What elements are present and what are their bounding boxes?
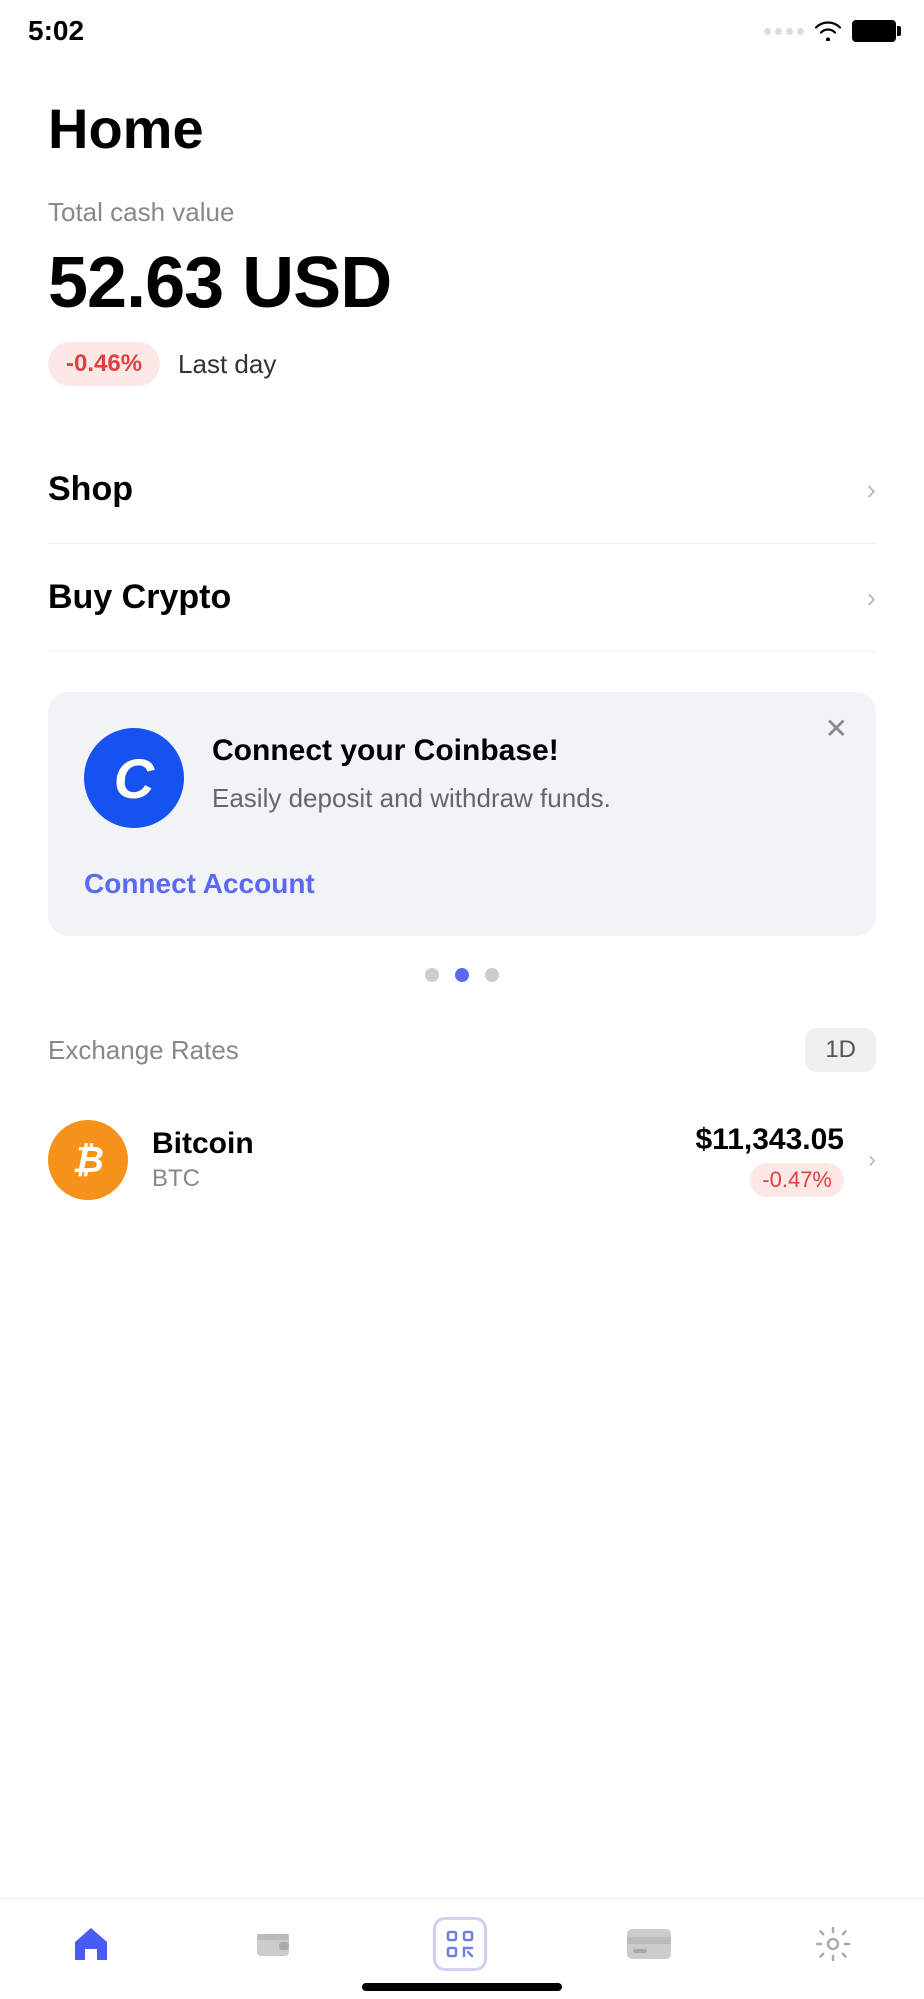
signal-icon <box>764 28 804 35</box>
wifi-icon <box>814 21 842 41</box>
status-time: 5:02 <box>28 15 84 47</box>
buy-crypto-chevron: › <box>867 582 876 614</box>
bitcoin-price-block: $11,343.05 -0.47% <box>696 1123 845 1197</box>
battery-icon <box>852 20 896 42</box>
pagination-dots <box>48 968 876 982</box>
nav-item-card[interactable] <box>625 1927 673 1961</box>
dot-3[interactable] <box>485 968 499 982</box>
bitcoin-change: -0.47% <box>750 1163 844 1197</box>
nav-item-home[interactable] <box>69 1922 113 1966</box>
bitcoin-row[interactable]: ₿ Bitcoin BTC $11,343.05 -0.47% › <box>48 1100 876 1220</box>
coinbase-logo-letter: C <box>114 746 154 811</box>
exchange-rates-header: Exchange Rates 1D <box>48 1028 876 1072</box>
change-row: -0.46% Last day <box>48 342 876 386</box>
bitcoin-price: $11,343.05 <box>696 1123 845 1157</box>
main-content: Home Total cash value 52.63 USD -0.46% L… <box>0 56 924 1220</box>
nav-item-settings[interactable] <box>811 1922 855 1966</box>
bitcoin-icon: ₿ <box>48 1120 128 1200</box>
scan-icon <box>433 1917 487 1971</box>
time-filter-button[interactable]: 1D <box>805 1028 876 1072</box>
card-text-block: Connect your Coinbase! Easily deposit an… <box>212 728 611 816</box>
total-cash-value: 52.63 USD <box>48 242 876 324</box>
settings-icon <box>811 1922 855 1966</box>
shop-row[interactable]: Shop › <box>48 436 876 544</box>
btc-symbol: ₿ <box>72 1139 104 1181</box>
bitcoin-ticker: BTC <box>152 1165 672 1193</box>
coinbase-logo: C <box>84 728 184 828</box>
card-close-button[interactable]: ✕ <box>825 712 848 745</box>
exchange-rates-title: Exchange Rates <box>48 1035 239 1066</box>
page-title: Home <box>48 96 876 161</box>
status-icons <box>764 20 896 42</box>
home-icon <box>69 1922 113 1966</box>
change-badge: -0.46% <box>48 342 160 386</box>
card-description: Easily deposit and withdraw funds. <box>212 780 611 816</box>
scan-svg <box>444 1928 476 1960</box>
card-body: C Connect your Coinbase! Easily deposit … <box>84 728 840 828</box>
status-bar: 5:02 <box>0 0 924 56</box>
home-indicator <box>362 1983 562 1991</box>
buy-crypto-label: Buy Crypto <box>48 578 231 617</box>
dot-1[interactable] <box>425 968 439 982</box>
wallet-icon <box>251 1922 295 1966</box>
shop-chevron: › <box>867 474 876 506</box>
shop-label: Shop <box>48 470 133 509</box>
change-period: Last day <box>178 349 276 380</box>
bitcoin-name: Bitcoin <box>152 1127 672 1161</box>
bitcoin-info: Bitcoin BTC <box>152 1127 672 1193</box>
coinbase-card: ✕ C Connect your Coinbase! Easily deposi… <box>48 692 876 936</box>
dot-2[interactable] <box>455 968 469 982</box>
nav-item-scan[interactable] <box>433 1917 487 1971</box>
card-icon <box>625 1927 673 1961</box>
total-cash-label: Total cash value <box>48 197 876 228</box>
bitcoin-chevron: › <box>868 1146 876 1174</box>
buy-crypto-row[interactable]: Buy Crypto › <box>48 544 876 652</box>
connect-account-link[interactable]: Connect Account <box>84 858 315 900</box>
card-title: Connect your Coinbase! <box>212 734 611 768</box>
nav-item-wallet[interactable] <box>251 1922 295 1966</box>
